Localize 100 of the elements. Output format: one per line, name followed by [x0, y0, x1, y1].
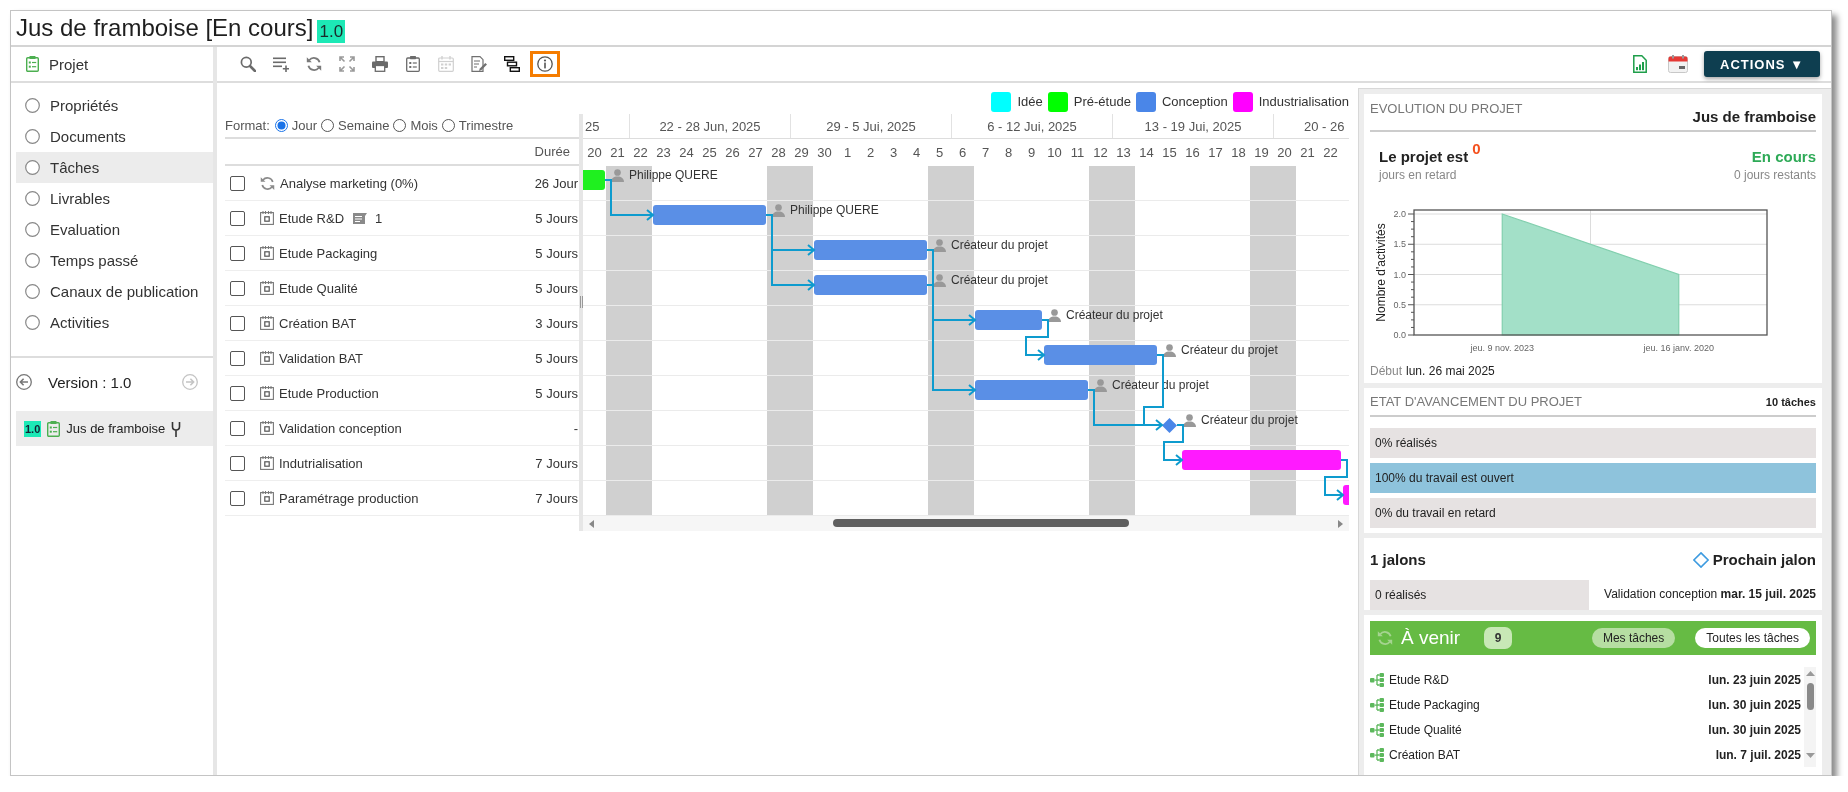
sidebar-item[interactable]: Evaluation [16, 214, 213, 245]
hierarchy-icon [1370, 722, 1384, 737]
info-icon[interactable] [530, 51, 560, 77]
circle-icon [25, 315, 40, 330]
scrollbar-thumb[interactable] [1806, 683, 1814, 710]
format-option[interactable]: Jour [274, 118, 318, 133]
milestone-marker[interactable] [1162, 417, 1177, 433]
hierarchy-icon [1370, 747, 1384, 762]
sidebar-item[interactable]: Tâches [16, 152, 213, 183]
checkbox[interactable] [230, 490, 245, 506]
actions-button[interactable]: ACTIONS ▼ [1704, 51, 1820, 77]
assignee-name: Philippe QUERE [629, 168, 718, 182]
version-label: Version : 1.0 [48, 373, 133, 391]
filter-button[interactable]: Mes tâches [1591, 628, 1676, 648]
radio-icon[interactable] [393, 119, 407, 132]
person-icon [1183, 413, 1196, 427]
search-icon[interactable] [240, 56, 256, 72]
day-label: 16 [1185, 145, 1200, 160]
person-icon [1163, 343, 1176, 357]
day-label: 18 [1231, 145, 1246, 160]
checkbox[interactable] [230, 420, 245, 436]
day-label: 20 [1277, 145, 1292, 160]
scroll-right-icon[interactable] [1338, 519, 1343, 528]
scrollbar-track[interactable] [1804, 667, 1816, 767]
checkbox[interactable] [230, 280, 245, 296]
scrollbar-track[interactable] [583, 516, 1349, 531]
scroll-up-icon[interactable] [1805, 671, 1815, 676]
checkbox[interactable] [230, 245, 245, 261]
calendar-icon [260, 456, 274, 470]
task-duration: - [573, 420, 579, 436]
day-label: 8 [1004, 145, 1013, 160]
checkbox[interactable] [230, 210, 245, 226]
checkbox[interactable] [230, 175, 245, 191]
task-link[interactable]: Etude Qualité [1389, 722, 1462, 737]
checkbox[interactable] [230, 315, 245, 331]
filter-button[interactable]: Toutes les tâches [1695, 628, 1810, 648]
checkbox[interactable] [230, 455, 245, 471]
expand-icon[interactable] [339, 56, 355, 72]
dependency-arrow [1025, 319, 1049, 361]
scrollbar-thumb[interactable] [833, 519, 1129, 527]
card-title: ETAT D'AVANCEMENT DU PROJET [1370, 394, 1582, 409]
sidebar-item[interactable]: Documents [16, 121, 213, 152]
chart-file-icon[interactable] [1633, 55, 1647, 73]
day-label: 21 [610, 145, 625, 160]
task-name: Indutrialisation [279, 455, 363, 471]
radio-icon[interactable] [441, 119, 455, 132]
sidebar-item[interactable]: Propriétés [16, 90, 213, 121]
checkbox[interactable] [230, 350, 245, 366]
calendar-icon [260, 211, 274, 225]
week-label: 6 - 12 Jui, 2025 [987, 118, 1077, 134]
calendar-icon[interactable] [1668, 55, 1688, 73]
printer-icon[interactable] [372, 56, 388, 72]
grip-icon[interactable] [579, 296, 583, 308]
refresh-icon[interactable] [306, 56, 322, 72]
version-badge: 1.0 [317, 19, 346, 43]
day-label: 25 [702, 145, 717, 160]
week-label: 25 [585, 118, 600, 134]
person-icon [1094, 378, 1107, 392]
scroll-down-icon[interactable] [1805, 753, 1815, 758]
day-label: 24 [679, 145, 694, 160]
progress-label: 0% du travail en retard [1375, 506, 1496, 520]
sidebar-item[interactable]: Activities [16, 307, 213, 338]
count-badge: 9 [1484, 627, 1513, 649]
radio-icon[interactable] [274, 119, 288, 132]
task-name: Analyse marketing (0%) [280, 175, 418, 191]
clipboard-icon[interactable] [405, 56, 421, 72]
calendar-icon [260, 386, 274, 400]
task-link[interactable]: Etude Packaging [1389, 697, 1480, 712]
sidebar-item[interactable]: Canaux de publication [16, 276, 213, 307]
delay-caption: jours en retard [1379, 167, 1457, 183]
task-name: Création BAT [279, 315, 357, 331]
version-item[interactable]: 1.0 Jus de framboise [16, 411, 213, 446]
week-label: 29 - 5 Jui, 2025 [826, 118, 916, 134]
add-row-icon[interactable] [273, 56, 289, 72]
task-name: Etude Packaging [279, 245, 378, 261]
checkbox[interactable] [230, 385, 245, 401]
stacked-bars-icon[interactable] [504, 56, 520, 72]
sidebar-item[interactable]: Temps passé [16, 245, 213, 276]
task-link[interactable]: Création BAT [1389, 747, 1461, 762]
task-link[interactable]: Etude R&D [1389, 672, 1450, 687]
version-name: Jus de framboise [66, 421, 166, 436]
progress-label: 0 réalisés [1375, 588, 1427, 602]
calendar-icon [260, 351, 274, 365]
circle-icon [25, 191, 40, 206]
week-label: 13 - 19 Jui, 2025 [1144, 118, 1242, 134]
scroll-left-icon[interactable] [589, 519, 594, 528]
calendar-icon [260, 316, 274, 330]
radio-icon[interactable] [321, 119, 335, 132]
circle-icon [25, 222, 40, 237]
format-option[interactable]: Semaine [321, 118, 390, 133]
dependency-arrow [1324, 459, 1348, 501]
diamond-icon [1692, 552, 1709, 568]
task-duration: 5 Jours [535, 280, 579, 296]
arrow-left-icon[interactable] [16, 374, 32, 390]
tick-label: jeu. 16 janv. 2020 [1643, 343, 1714, 353]
format-option[interactable]: Trimestre [441, 118, 514, 133]
edit-icon[interactable] [471, 56, 487, 72]
sidebar-item[interactable]: Livrables [16, 183, 213, 214]
day-label: 15 [1162, 145, 1177, 160]
format-option[interactable]: Mois [393, 118, 438, 133]
